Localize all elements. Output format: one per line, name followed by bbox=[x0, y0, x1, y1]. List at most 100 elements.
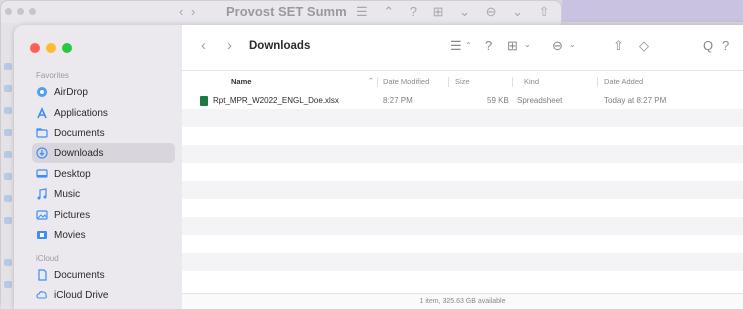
sidebar-item-icloud-drive[interactable]: iCloud Drive bbox=[32, 285, 175, 305]
spreadsheet-icon bbox=[200, 96, 208, 106]
sidebar-item-airdrop[interactable]: AirDrop bbox=[32, 82, 175, 102]
desktop-icon bbox=[36, 168, 48, 180]
column-divider bbox=[448, 77, 449, 87]
document-icon bbox=[36, 269, 48, 281]
empty-row bbox=[182, 271, 743, 289]
sidebar-item-label: Desktop bbox=[54, 168, 91, 180]
sidebar: Favorites AirDrop Applications Documents… bbox=[14, 25, 182, 309]
movies-icon bbox=[36, 229, 48, 241]
column-header-date-modified[interactable]: Date Modified bbox=[383, 77, 429, 86]
file-date-added: Today at 8:27 PM bbox=[604, 96, 667, 105]
file-kind: Spreadsheet bbox=[517, 96, 563, 105]
zoom-window-icon[interactable] bbox=[62, 43, 72, 53]
background-window-title: Provost SET Summ bbox=[226, 4, 347, 19]
pictures-icon bbox=[36, 209, 48, 221]
tag-icon[interactable]: ◇ bbox=[639, 38, 649, 54]
empty-row bbox=[182, 217, 743, 235]
sidebar-item-applications[interactable]: Applications bbox=[32, 103, 175, 123]
traffic-lights bbox=[30, 43, 72, 53]
music-icon bbox=[36, 188, 48, 200]
action-chevron-icon[interactable]: ⌄ bbox=[569, 40, 576, 49]
column-divider bbox=[512, 77, 513, 87]
empty-row bbox=[182, 145, 743, 163]
downloads-icon bbox=[36, 147, 48, 159]
background-sidebar-icon bbox=[4, 217, 12, 224]
toolbar: ‹ › Downloads ☰ ⌃ ? ⊞ ⌄ ⊖ ⌄ ⇧ ◇ Q ? bbox=[182, 25, 743, 71]
column-divider bbox=[377, 77, 378, 87]
background-sidebar-icon bbox=[4, 195, 12, 202]
sidebar-item-label: Documents bbox=[54, 127, 105, 139]
empty-row bbox=[182, 127, 743, 145]
table-row[interactable]: Rpt_MPR_W2022_ENGL_Doe.xlsx 8:27 PM 59 K… bbox=[182, 91, 743, 109]
column-headers: Name ⌃ Date Modified Size Kind Date Adde… bbox=[182, 71, 743, 91]
folder-icon bbox=[36, 127, 48, 139]
empty-row bbox=[182, 253, 743, 271]
file-size: 59 KB bbox=[487, 96, 509, 105]
cloud-icon bbox=[36, 289, 48, 301]
background-traffic-lights bbox=[5, 8, 36, 15]
background-sidebar-icon bbox=[4, 173, 12, 180]
applications-icon bbox=[36, 107, 48, 119]
background-zoom-icon[interactable] bbox=[29, 8, 36, 15]
sidebar-item-label: Pictures bbox=[54, 209, 91, 221]
column-header-kind[interactable]: Kind bbox=[524, 77, 539, 86]
sidebar-item-music[interactable]: Music bbox=[32, 184, 175, 204]
column-header-date-added[interactable]: Date Added bbox=[604, 77, 643, 86]
sidebar-item-pictures[interactable]: Pictures bbox=[32, 205, 175, 225]
empty-row bbox=[182, 235, 743, 253]
background-sidebar-icon bbox=[4, 281, 12, 288]
sidebar-item-label: Documents bbox=[54, 269, 105, 281]
back-button[interactable]: ‹ bbox=[201, 37, 206, 54]
sidebar-item-label: Applications bbox=[54, 107, 108, 119]
grid-view-icon[interactable]: ⊞ bbox=[507, 38, 518, 54]
background-sidebar-icon bbox=[4, 107, 12, 114]
column-divider bbox=[597, 77, 598, 87]
airdrop-icon bbox=[36, 86, 48, 98]
minimize-window-icon[interactable] bbox=[46, 43, 56, 53]
share-icon[interactable]: ⇧ bbox=[613, 38, 624, 54]
sidebar-item-label: iCloud Drive bbox=[54, 289, 109, 301]
close-window-icon[interactable] bbox=[30, 43, 40, 53]
file-browser: ‹ › Downloads ☰ ⌃ ? ⊞ ⌄ ⊖ ⌄ ⇧ ◇ Q ? Name… bbox=[182, 25, 743, 309]
column-header-name[interactable]: Name bbox=[231, 77, 251, 86]
sort-ascending-icon[interactable]: ⌃ bbox=[368, 77, 374, 85]
help-icon[interactable]: ? bbox=[485, 38, 492, 53]
background-nav-icons: ‹ › bbox=[179, 4, 198, 19]
action-menu-icon[interactable]: ⊖ bbox=[552, 38, 563, 54]
window-title: Downloads bbox=[249, 40, 311, 52]
sidebar-item-icloud-documents[interactable]: Documents bbox=[32, 265, 175, 285]
background-close-icon[interactable] bbox=[5, 8, 12, 15]
empty-row bbox=[182, 109, 743, 127]
background-sidebar-icon bbox=[4, 259, 12, 266]
desktop-background bbox=[562, 0, 743, 22]
sidebar-item-label: AirDrop bbox=[54, 86, 88, 98]
sidebar-item-label: Music bbox=[54, 188, 81, 200]
background-sidebar-icon bbox=[4, 63, 12, 70]
sort-chevron-icon[interactable]: ⌃ bbox=[465, 41, 472, 50]
search-icon[interactable]: Q bbox=[703, 38, 713, 53]
sidebar-item-movies[interactable]: Movies bbox=[32, 225, 175, 245]
help-overflow-icon[interactable]: ? bbox=[722, 38, 729, 53]
empty-row bbox=[182, 163, 743, 181]
icloud-header: iCloud bbox=[36, 254, 59, 263]
sidebar-item-label: Movies bbox=[54, 229, 86, 241]
finder-window: Favorites AirDrop Applications Documents… bbox=[14, 25, 743, 309]
file-date-modified: 8:27 PM bbox=[383, 96, 413, 105]
sidebar-item-desktop[interactable]: Desktop bbox=[32, 164, 175, 184]
background-sidebar-icon bbox=[4, 151, 12, 158]
empty-row bbox=[182, 199, 743, 217]
sidebar-item-downloads[interactable]: Downloads bbox=[32, 143, 175, 163]
forward-button[interactable]: › bbox=[227, 37, 232, 54]
background-minimize-icon[interactable] bbox=[17, 8, 24, 15]
grid-chevron-icon[interactable]: ⌄ bbox=[524, 40, 531, 49]
status-bar: 1 item, 325.63 GB available bbox=[182, 293, 743, 309]
empty-row bbox=[182, 181, 743, 199]
background-titlebar: ‹ › Provost SET Summ ☰ ⌃ ? ⊞ ⌄ ⊖ ⌄ ⇧ » bbox=[1, 1, 561, 35]
sidebar-item-label: Downloads bbox=[54, 147, 104, 159]
background-sidebar bbox=[1, 23, 15, 309]
list-view-icon[interactable]: ☰ bbox=[450, 38, 462, 54]
file-name: Rpt_MPR_W2022_ENGL_Doe.xlsx bbox=[213, 96, 339, 105]
favorites-header: Favorites bbox=[36, 71, 69, 80]
sidebar-item-documents[interactable]: Documents bbox=[32, 123, 175, 143]
column-header-size[interactable]: Size bbox=[455, 77, 470, 86]
